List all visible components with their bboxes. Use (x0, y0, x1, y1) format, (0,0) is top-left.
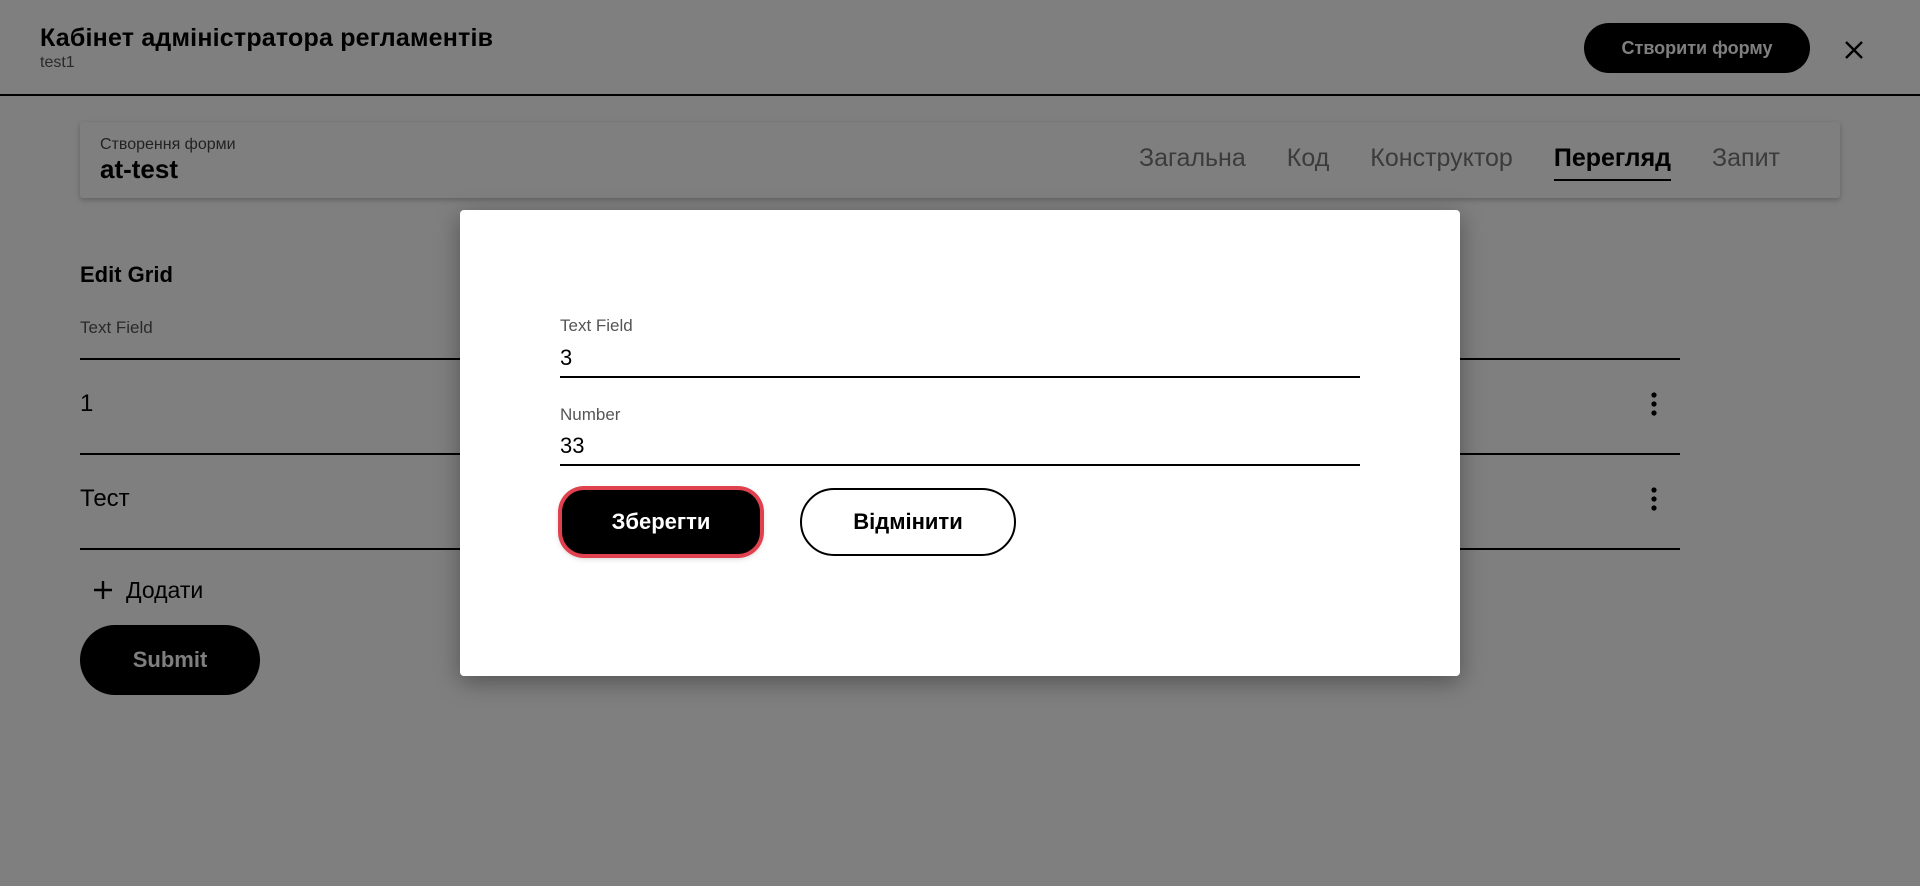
cancel-button[interactable]: Відмінити (800, 488, 1016, 556)
text-field-label: Text Field (560, 316, 633, 335)
number-field-label: Number (560, 405, 621, 424)
edit-row-dialog: Text Field Number Зберегти Відмінити (460, 210, 1460, 676)
text-field-input[interactable] (560, 340, 1360, 378)
save-button[interactable]: Зберегти (562, 490, 760, 554)
number-field-input[interactable] (560, 428, 1360, 466)
